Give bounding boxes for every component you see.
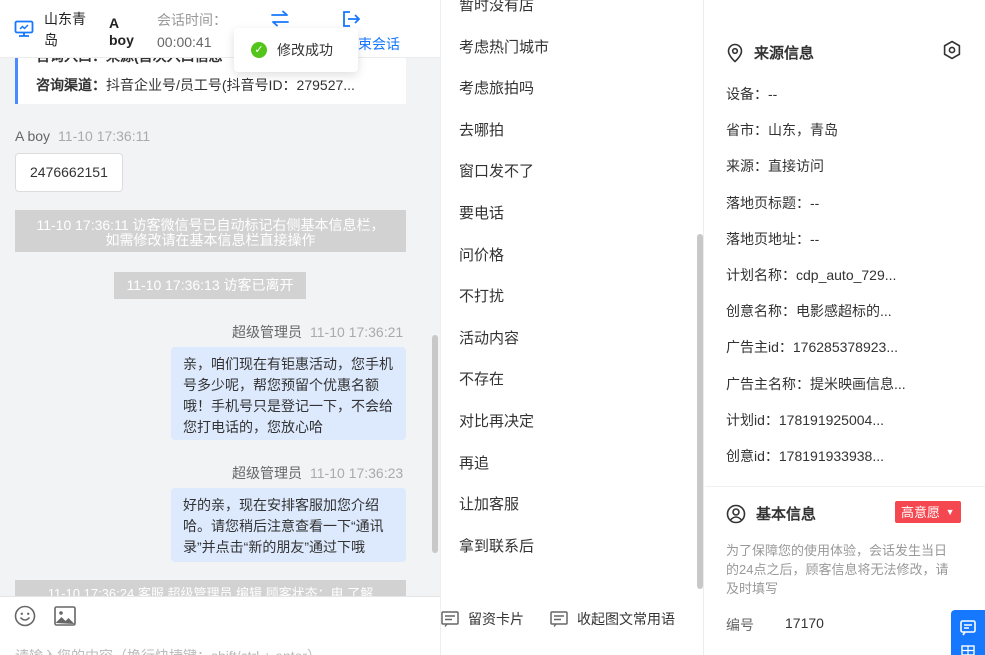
quick-reply-item[interactable]: 不打扰	[459, 285, 504, 306]
system-message-clipped: 11-10 17:36:24 客服 超级管理员 编辑 顾客状态：电 了解	[15, 580, 406, 596]
source-field: 广告主id：176285378923...	[726, 339, 898, 356]
quick-reply-item[interactable]: 活动内容	[459, 327, 519, 348]
consult-channel-row: 咨询渠道：抖音企业号/员工号(抖音号ID：279527...	[36, 75, 406, 95]
system-message-left: 11-10 17:36:13 访客已离开	[114, 272, 306, 299]
message-time: 11-10 17:36:23	[310, 465, 404, 481]
session-time: 00:00:41	[157, 34, 212, 50]
quick-reply-item[interactable]: 暂时没有店	[459, 0, 534, 15]
quick-reply-item[interactable]: 再追	[459, 452, 489, 473]
number-value: 17170	[785, 615, 824, 631]
basic-info-title: 基本信息	[756, 506, 817, 523]
message-time: 11-10 17:36:21	[310, 324, 404, 340]
quick-replies-scrollbar[interactable]	[697, 234, 703, 589]
source-field: 广告主名称：提米映画信息...	[726, 375, 906, 392]
quick-replies-panel: 暂时没有店考虑热门城市 考虑旅拍吗去哪拍窗口发不了要电话问价格不打扰活动内容不存在…	[440, 0, 704, 655]
message-sender: 超级管理员	[232, 324, 302, 340]
chat-scrollbar[interactable]	[432, 335, 438, 553]
card-icon	[441, 611, 459, 627]
basic-info-header: 基本信息	[726, 503, 816, 524]
section-divider	[705, 486, 985, 487]
quick-reply-item[interactable]: 拿到联系后	[459, 535, 534, 556]
source-field: 落地页地址：--	[726, 230, 820, 247]
agent-message-meta: 超级管理员 11-10 17:36:21	[232, 322, 403, 342]
quick-reply-item[interactable]: 对比再决定	[459, 410, 534, 431]
system-message-line: 如需修改请在基本信息栏直接操作	[105, 232, 316, 248]
location-pin-icon	[727, 43, 743, 63]
chat-panel: 咨询入口：来源(首次入口信息 咨询渠道：抖音企业号/员工号(抖音号ID：2795…	[0, 0, 440, 655]
consult-channel-label: 咨询渠道：	[36, 77, 106, 93]
quick-reply-item[interactable]: 窗口发不了	[459, 160, 534, 181]
visitor-header: 山东青岛 A boy 会话时间： 00:00:41 束会话	[0, 0, 440, 58]
source-field: 设备：--	[726, 86, 778, 102]
quick-reply-item[interactable]: 去哪拍	[459, 119, 504, 140]
collapse-phrases-button[interactable]: 收起图文常用语	[550, 609, 675, 629]
settings-hex-icon[interactable]	[942, 40, 962, 63]
quick-reply-item[interactable]: 考虑旅拍吗	[459, 77, 534, 98]
message-sender: A boy	[15, 128, 51, 144]
visitor-message: 2476662151	[15, 153, 123, 192]
message-composer: 请输入您的内容（换行快捷键：shift/ctrl + enter）	[0, 596, 440, 655]
agent-message: 好的亲，现在安排客服加您介绍哈。请您稍后注意查看一下“通讯录”并点击“新的朋友”…	[171, 488, 406, 562]
quick-reply-item[interactable]: 让加客服	[459, 493, 519, 514]
monitor-icon	[14, 20, 34, 41]
source-field: 计划id：178191925004...	[726, 411, 884, 428]
quick-reply-item[interactable]: 考虑热门城市	[459, 36, 549, 57]
chat-float-button[interactable]	[951, 610, 985, 655]
user-circle-icon	[726, 504, 746, 523]
message-time: 11-10 17:36:11	[58, 128, 151, 144]
message-sender: 超级管理员	[232, 465, 302, 481]
edit-deadline-note: 为了保障您的使用体验，会话发生当日的24点之后，顾客信息将无法修改，请及时填写	[726, 543, 949, 596]
consult-channel-value: 抖音企业号/员工号(抖音号ID：279527...	[106, 77, 355, 93]
source-field: 计划名称：cdp_auto_729...	[726, 267, 897, 283]
quick-reply-item[interactable]: 不存在	[459, 368, 504, 389]
intent-select[interactable]: 高意愿 ▼	[895, 501, 961, 523]
emoji-icon[interactable]	[14, 605, 36, 630]
intent-value: 高意愿	[901, 505, 941, 520]
agent-message: 亲，咱们现在有钜惠活动，您手机号多少呢，帮您预留个优惠名额哦！手机号只是登记一下…	[171, 347, 406, 440]
caret-down-icon: ▼	[945, 507, 955, 517]
success-toast: ✓ 修改成功	[234, 28, 358, 72]
lead-card-button[interactable]: 留资卡片	[441, 609, 524, 629]
success-check-icon: ✓	[251, 42, 267, 58]
source-field: 创意id：178191933938...	[726, 448, 884, 464]
agent-message-meta: 超级管理员 11-10 17:36:23	[232, 463, 403, 483]
session-time-label: 会话时间：	[157, 12, 227, 28]
end-session-button[interactable]: 束会话	[358, 34, 400, 54]
system-message-line: 11-10 17:36:11 访客微信号已自动标记右侧基本信息栏，	[36, 217, 385, 233]
source-info-header: 来源信息	[726, 42, 814, 63]
toast-text: 修改成功	[277, 42, 333, 58]
visitor-message-meta: A boy 11-10 17:36:11	[15, 128, 150, 144]
quick-reply-item[interactable]: 要电话	[459, 202, 504, 223]
message-icon	[550, 611, 568, 627]
image-icon[interactable]	[54, 606, 76, 629]
quick-reply-item[interactable]: 问价格	[459, 244, 504, 265]
number-label: 编号	[726, 617, 754, 633]
message-input[interactable]: 请输入您的内容（换行快捷键：shift/ctrl + enter）	[15, 646, 321, 655]
source-field: 来源：直接访问	[726, 158, 824, 175]
system-message: 11-10 17:36:11 访客微信号已自动标记右侧基本信息栏， 如需修改请在…	[15, 210, 406, 252]
source-field: 省市：山东，青岛	[726, 122, 838, 139]
source-info-title: 来源信息	[754, 45, 815, 62]
visitor-info-panel: 来源信息 设备：-- 省市：山东，青岛 来源：直接访问 落地页标题：-- 落地页地址：-…	[705, 0, 985, 655]
source-field: 创意名称：电影感超标的...	[726, 303, 892, 320]
visitor-name: A boy	[109, 15, 134, 48]
visitor-location: 山东青岛	[44, 11, 86, 48]
lead-card-label: 留资卡片	[468, 611, 524, 627]
chat-bubble-icon	[960, 620, 976, 655]
source-field: 落地页标题：--	[726, 194, 820, 211]
collapse-phrases-label: 收起图文常用语	[577, 611, 675, 627]
